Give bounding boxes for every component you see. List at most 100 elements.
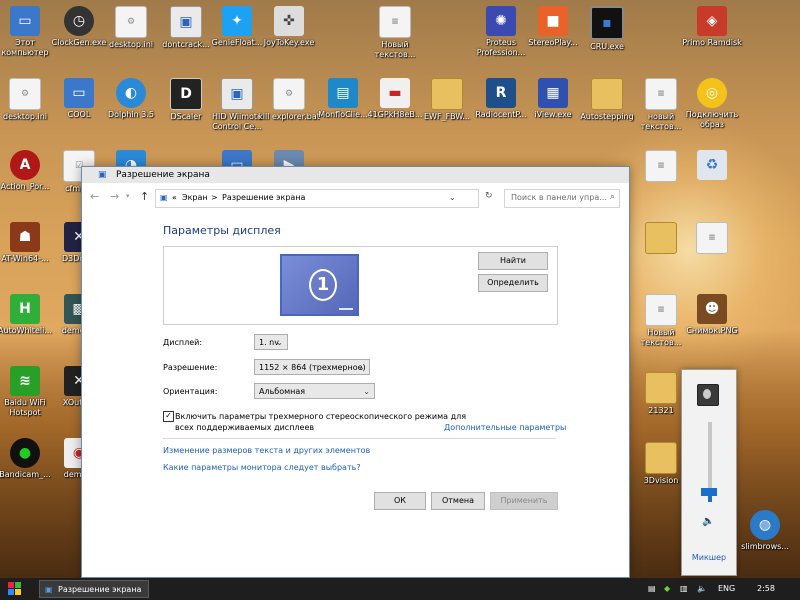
folder-icon xyxy=(591,78,623,110)
volume-slider-thumb[interactable] xyxy=(701,488,717,496)
windows-logo-icon xyxy=(8,582,14,588)
settings-file-icon: ⚙ xyxy=(115,6,147,38)
clock[interactable]: 2:58 xyxy=(757,584,775,593)
chevron-down-icon: ⌄ xyxy=(358,363,365,372)
folder-icon xyxy=(645,442,677,474)
search-input[interactable]: Поиск в панели упра... ⌕ xyxy=(504,189,620,208)
window-title: Разрешение экрана xyxy=(116,170,210,180)
computer-icon: ▭ xyxy=(64,78,94,108)
chevron-down-icon: ⌄ xyxy=(276,338,283,347)
tray-volume-icon[interactable]: 🔈 xyxy=(697,584,707,593)
desktop-icon-new-text-1[interactable]: ≡ Новый текстов... xyxy=(364,4,426,68)
orientation-select[interactable]: Альбомная ⌄ xyxy=(254,383,375,399)
display-label: Дисплей: xyxy=(163,338,203,347)
windows-logo-pane xyxy=(8,589,14,595)
forward-icon[interactable]: → xyxy=(110,190,119,203)
cubes-icon: ■ xyxy=(538,6,568,36)
dolphin-icon: ◐ xyxy=(116,78,146,108)
back-icon[interactable]: ← xyxy=(90,190,99,203)
resolution-select-value: 1152 × 864 (трехмерное) xyxy=(259,363,366,372)
orientation-select-value: Альбомная xyxy=(259,387,306,396)
folder-icon xyxy=(645,372,677,404)
monitor-1-preview[interactable]: 1 xyxy=(280,254,359,316)
window-titlebar[interactable]: ▣ Разрешение экрана xyxy=(82,167,629,183)
navigation-bar: ← → ▾ ↑ ▣ « Экран > Разрешение экрана ⌄ … xyxy=(82,183,629,211)
windows-logo-pane xyxy=(15,582,21,588)
apply-button[interactable]: Применить xyxy=(490,492,558,510)
recycle-bin-icon: ♻ xyxy=(697,150,727,180)
language-indicator[interactable]: ENG xyxy=(718,584,735,593)
desktop-icon-file-right-2[interactable]: ≡ xyxy=(681,220,743,284)
up-arrow-icon[interactable]: ↑ xyxy=(140,190,149,203)
identify-button[interactable]: Определить xyxy=(478,274,548,292)
computer-icon: ▭ xyxy=(10,6,40,36)
recycle-bin-icon-item[interactable]: ♻ xyxy=(681,148,743,212)
desktop-icon-primo-ramdisk[interactable]: ◈ Primo Ramdisk xyxy=(681,4,743,68)
desktop-icon-kill-explorer[interactable]: ⚙ kill explorer.bat xyxy=(258,76,320,140)
mute-speaker-icon[interactable]: 🔈 xyxy=(702,516,714,527)
monitor-taskbar-mark xyxy=(339,308,353,310)
find-button[interactable]: Найти xyxy=(478,252,548,270)
record-icon: A xyxy=(10,150,40,180)
disc-icon: ◎ xyxy=(697,78,727,108)
image-file-icon: ☻ xyxy=(697,294,727,324)
speaker-device-icon[interactable] xyxy=(697,384,719,406)
radio-icon: R xyxy=(486,78,516,108)
game-icon: ☗ xyxy=(10,222,40,252)
breadcrumb-screen-resolution[interactable]: Разрешение экрана xyxy=(222,193,305,202)
desktop-icon-ewf-fbw[interactable]: EWF_FBW... xyxy=(416,76,478,140)
address-bar[interactable]: ▣ « Экран > Разрешение экрана ⌄ xyxy=(155,189,479,208)
orientation-label: Ориентация: xyxy=(163,387,218,396)
bird-icon: ✦ xyxy=(222,6,252,36)
ok-button[interactable]: ОК xyxy=(374,492,426,510)
stereo-label-line1: Включить параметры трехмерного стереоско… xyxy=(175,412,467,421)
breadcrumb-display[interactable]: Экран xyxy=(182,193,208,202)
search-icon[interactable]: ⌕ xyxy=(610,192,615,202)
tray-network-icon[interactable]: ▥ xyxy=(680,584,688,593)
desktop-icon-snapshot[interactable]: ☻ Снимок.PNG xyxy=(681,292,743,356)
recent-chevron-down-icon[interactable]: ▾ xyxy=(126,192,130,200)
h-app-icon: H xyxy=(10,294,40,324)
monitor-icon: ▪ xyxy=(590,6,624,40)
address-overflow-chevron[interactable]: « xyxy=(172,193,177,202)
text-file-icon: ≡ xyxy=(645,150,677,182)
desktop-icon-iview[interactable]: ▦ iView.exe xyxy=(522,76,584,140)
proteus-icon: ✺ xyxy=(486,6,516,36)
control-panel-icon: ▣ xyxy=(160,193,168,202)
monitor-number: 1 xyxy=(309,269,337,301)
resolution-label: Разрешение: xyxy=(163,363,218,372)
start-button[interactable] xyxy=(8,582,22,596)
desktop-icon-dolphin[interactable]: ◐ Dolphin 3.5 xyxy=(100,76,162,140)
folder-icon xyxy=(645,222,677,254)
wifi-icon: ≋ xyxy=(10,366,40,396)
refresh-icon[interactable]: ↻ xyxy=(485,191,493,201)
folder-icon xyxy=(431,78,463,110)
desktop-icon-autostepping[interactable]: Autostepping xyxy=(576,76,638,140)
desktop-icon-joytokey[interactable]: ✜ JoyToKey.exe xyxy=(258,4,320,68)
window-icon: ▣ xyxy=(221,78,253,110)
tray-folder-icon[interactable]: ▤ xyxy=(648,584,656,593)
desktop-icon-stereoplayer[interactable]: ■ StereoPlay... xyxy=(522,4,584,68)
stereo-checkbox[interactable]: ✓ xyxy=(163,411,174,422)
text-file-icon: ≡ xyxy=(696,222,728,254)
which-settings-link[interactable]: Какие параметры монитора следует выбрать… xyxy=(163,463,361,472)
taskbar: ▣ Разрешение экрана ▤ ◆ ▥ 🔈 ENG 2:58 xyxy=(0,578,800,600)
text-file-icon: ≡ xyxy=(379,6,411,38)
resolution-select[interactable]: 1152 × 864 (трехмерное) ⌄ xyxy=(254,359,370,375)
display-select[interactable]: 1. nv ⌄ xyxy=(254,334,288,350)
mixer-link[interactable]: Микшер xyxy=(682,553,736,562)
desktop-icon-cru[interactable]: ▪ CRU.exe xyxy=(576,4,638,68)
tray-nvidia-icon[interactable]: ◆ xyxy=(664,584,670,593)
desktop-icon-desktop-ini-1[interactable]: ⚙ desktop.ini xyxy=(100,4,162,68)
advanced-settings-link[interactable]: Дополнительные параметры xyxy=(444,423,566,432)
breadcrumb-separator[interactable]: > xyxy=(211,193,218,202)
cancel-button[interactable]: Отмена xyxy=(431,492,485,510)
stereo-label-line2: всех поддерживаемых дисплеев xyxy=(175,423,315,432)
text-size-link[interactable]: Изменение размеров текста и других элеме… xyxy=(163,446,370,455)
address-dropdown-chevron-icon[interactable]: ⌄ xyxy=(449,193,456,202)
desktop-icon-mount-image[interactable]: ◎ Подключить образ xyxy=(681,76,743,140)
desktop-icon-slimbrowser[interactable]: ◍ slimbrows... xyxy=(734,508,796,572)
record-dot-icon: ● xyxy=(10,438,40,468)
taskbar-item-screen-resolution[interactable]: ▣ Разрешение экрана xyxy=(39,580,149,598)
stereo-checkbox-label[interactable]: Включить параметры трехмерного стереоско… xyxy=(175,411,466,433)
